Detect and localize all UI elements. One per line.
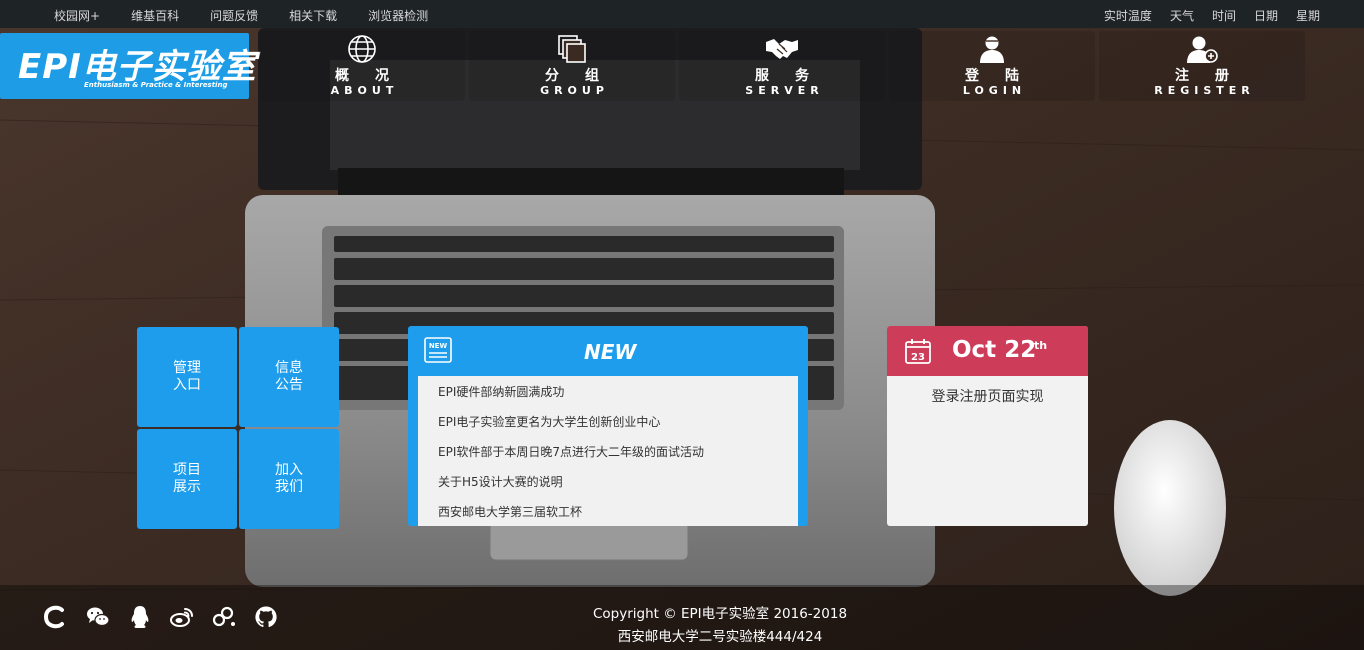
news-title: NEW xyxy=(584,340,637,364)
news-icon: NEW xyxy=(424,337,452,363)
calendar-header: 23 Oct 22 th xyxy=(887,326,1088,376)
top-info: 实时温度 天气 时间 日期 星期 xyxy=(1086,7,1320,24)
tile-admin-entry[interactable]: 管理 入口 xyxy=(137,327,237,427)
logo-slogan: Enthusiasm & Practice & Interesting xyxy=(84,81,228,89)
news-item[interactable]: EPI软件部于本周日晚7点进行大二年级的面试活动 xyxy=(438,443,704,460)
site-logo[interactable]: EPI电子实验室 Enthusiasm & Practice & Interes… xyxy=(0,33,256,99)
layers-icon xyxy=(558,35,586,63)
calendar-date-suffix: th xyxy=(1034,339,1048,352)
nav-about-label: 概况 xyxy=(335,68,415,84)
nav-register-sublabel: REGISTER xyxy=(1154,84,1255,97)
top-link-campus-net[interactable]: 校园网+ xyxy=(54,7,100,24)
news-header: NEW NEW xyxy=(408,326,808,376)
user-icon xyxy=(980,36,1004,63)
info-weekday: 星期 xyxy=(1295,9,1320,23)
nav-server-sublabel: SERVER xyxy=(745,84,824,97)
tile-projects-line2: 展示 xyxy=(173,479,201,495)
zhihu-icon[interactable] xyxy=(212,605,236,629)
nav-group-label: 分组 xyxy=(545,68,625,84)
tile-projects[interactable]: 项目 展示 xyxy=(137,429,237,529)
tile-join-us-line1: 加入 xyxy=(275,462,303,478)
globe-icon xyxy=(348,35,376,63)
nav-login-sublabel: LOGIN xyxy=(962,84,1027,97)
weibo-icon[interactable] xyxy=(170,605,194,629)
news-panel: NEW NEW EPI硬件部纳新圆满成功 EPI电子实验室更名为大学生创新创业中… xyxy=(408,326,808,526)
news-item[interactable]: EPI硬件部纳新圆满成功 xyxy=(438,383,564,400)
news-item[interactable]: 西安邮电大学第三届软工杯 xyxy=(438,503,582,520)
top-link-browser-check[interactable]: 浏览器检测 xyxy=(368,7,428,24)
info-date: 日期 xyxy=(1253,9,1278,23)
handshake-icon xyxy=(766,39,798,59)
nav-about[interactable]: 概况 ABOUT xyxy=(259,31,465,101)
news-icon-badge: NEW xyxy=(429,342,448,350)
nav-login[interactable]: 登陆 LOGIN xyxy=(889,31,1095,101)
tile-admin-entry-line2: 入口 xyxy=(173,377,201,393)
csdn-icon[interactable] xyxy=(42,605,66,629)
calendar-date: Oct 22 xyxy=(952,337,1037,363)
nav-group[interactable]: 分组 GROUP xyxy=(469,31,675,101)
qq-icon[interactable] xyxy=(128,605,152,629)
info-weather: 天气 xyxy=(1169,9,1194,23)
news-item[interactable]: EPI电子实验室更名为大学生创新创业中心 xyxy=(438,413,660,430)
user-add-icon xyxy=(1187,36,1218,63)
tile-join-us[interactable]: 加入 我们 xyxy=(239,429,339,529)
nav-server-label: 服务 xyxy=(755,68,835,84)
nav-register-label: 注册 xyxy=(1175,68,1255,84)
top-links: 校园网+ 维基百科 问题反馈 相关下载 浏览器检测 xyxy=(54,7,459,24)
tile-announcements[interactable]: 信息 公告 xyxy=(239,327,339,427)
calendar-icon-day: 23 xyxy=(911,352,925,363)
footer-address: 西安邮电大学二号实验楼444/424 xyxy=(617,629,823,645)
news-list: EPI硬件部纳新圆满成功 EPI电子实验室更名为大学生创新创业中心 EPI软件部… xyxy=(418,376,798,526)
nav-about-sublabel: ABOUT xyxy=(330,84,399,97)
nav-register[interactable]: 注册 REGISTER xyxy=(1099,31,1305,101)
nav-login-label: 登陆 xyxy=(965,68,1045,84)
tile-join-us-line2: 我们 xyxy=(275,479,303,495)
nav-group-sublabel: GROUP xyxy=(540,84,609,97)
tile-admin-entry-line1: 管理 xyxy=(173,360,201,376)
wechat-icon[interactable] xyxy=(86,605,110,629)
calendar-card: 23 Oct 22 th 登录注册页面实现 xyxy=(887,326,1088,526)
info-time: 时间 xyxy=(1211,9,1236,23)
tile-announcements-line1: 信息 xyxy=(275,360,303,376)
github-icon[interactable] xyxy=(254,605,278,629)
top-bar: 校园网+ 维基百科 问题反馈 相关下载 浏览器检测 实时温度 天气 时间 日期 … xyxy=(0,0,1364,28)
top-link-downloads[interactable]: 相关下载 xyxy=(289,7,337,24)
calendar-note: 登录注册页面实现 xyxy=(931,389,1044,405)
info-temperature: 实时温度 xyxy=(1103,9,1152,23)
footer-copyright: Copyright © EPI电子实验室 2016-2018 xyxy=(592,606,848,622)
calendar-icon: 23 xyxy=(905,339,931,364)
tile-announcements-line2: 公告 xyxy=(275,377,303,393)
nav-server[interactable]: 服务 SERVER xyxy=(679,31,885,101)
tile-projects-line1: 项目 xyxy=(173,462,201,478)
top-link-feedback[interactable]: 问题反馈 xyxy=(210,7,258,24)
top-link-wiki[interactable]: 维基百科 xyxy=(131,7,179,24)
news-item[interactable]: 关于H5设计大赛的说明 xyxy=(438,473,563,490)
